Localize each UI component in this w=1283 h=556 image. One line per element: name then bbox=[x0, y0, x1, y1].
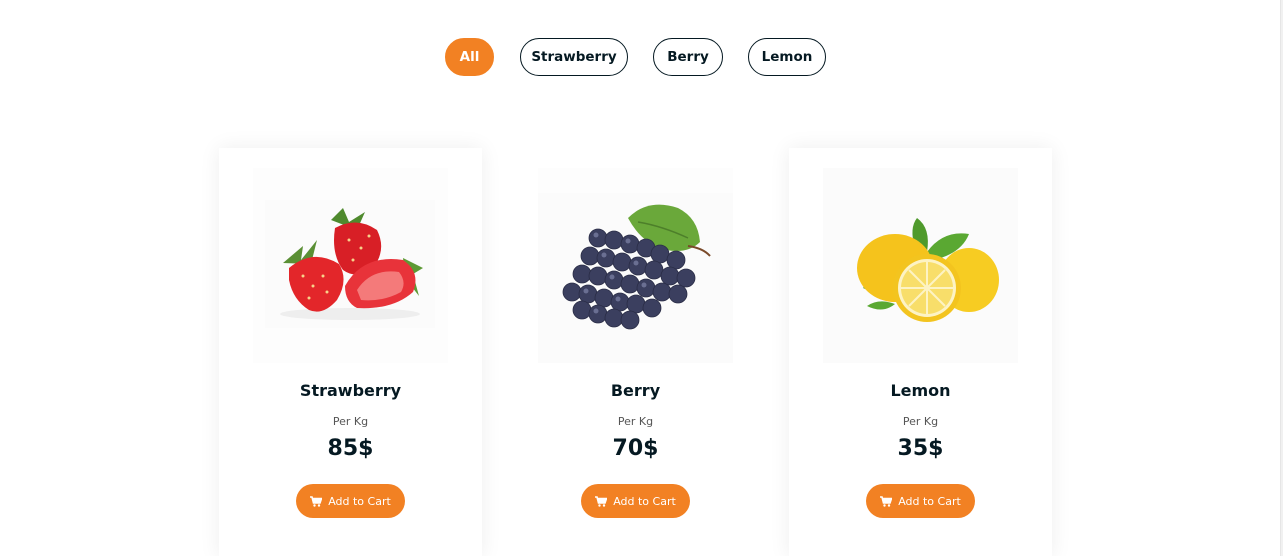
add-to-cart-label: Add to Cart bbox=[328, 494, 391, 508]
product-unit: Per Kg bbox=[332, 415, 369, 428]
filter-berry-button[interactable]: Berry bbox=[653, 38, 723, 76]
cart-icon bbox=[310, 495, 323, 507]
strawberry-image[interactable] bbox=[253, 168, 448, 363]
add-to-cart-button[interactable]: Add to Cart bbox=[581, 484, 690, 518]
product-unit: Per Kg bbox=[902, 415, 939, 428]
cart-icon bbox=[595, 495, 608, 507]
filter-strawberry-button[interactable]: Strawberry bbox=[520, 38, 628, 76]
product-card-berry: Berry Per Kg 70$ Add to Cart bbox=[504, 148, 767, 556]
product-name[interactable]: Berry bbox=[504, 381, 767, 400]
product-filters: All Strawberry Berry Lemon bbox=[0, 38, 1283, 76]
lemon-image[interactable] bbox=[823, 168, 1018, 363]
cart-icon bbox=[880, 495, 893, 507]
add-to-cart-label: Add to Cart bbox=[898, 494, 961, 508]
add-to-cart-button[interactable]: Add to Cart bbox=[296, 484, 405, 518]
product-card-lemon: Lemon Per Kg 35$ Add to Cart bbox=[789, 148, 1052, 556]
add-to-cart-label: Add to Cart bbox=[613, 494, 676, 508]
product-name[interactable]: Strawberry bbox=[219, 381, 482, 400]
product-price: 85$ bbox=[327, 436, 374, 461]
filter-all-button[interactable]: All bbox=[445, 38, 494, 76]
product-price: 70$ bbox=[612, 436, 659, 461]
product-card-strawberry: Strawberry Per Kg 85$ Add to Cart bbox=[219, 148, 482, 556]
filter-lemon-button[interactable]: Lemon bbox=[748, 38, 826, 76]
product-name[interactable]: Lemon bbox=[789, 381, 1052, 400]
add-to-cart-button[interactable]: Add to Cart bbox=[866, 484, 975, 518]
product-unit: Per Kg bbox=[617, 415, 654, 428]
product-price: 35$ bbox=[897, 436, 944, 461]
grape-image[interactable] bbox=[538, 168, 733, 363]
